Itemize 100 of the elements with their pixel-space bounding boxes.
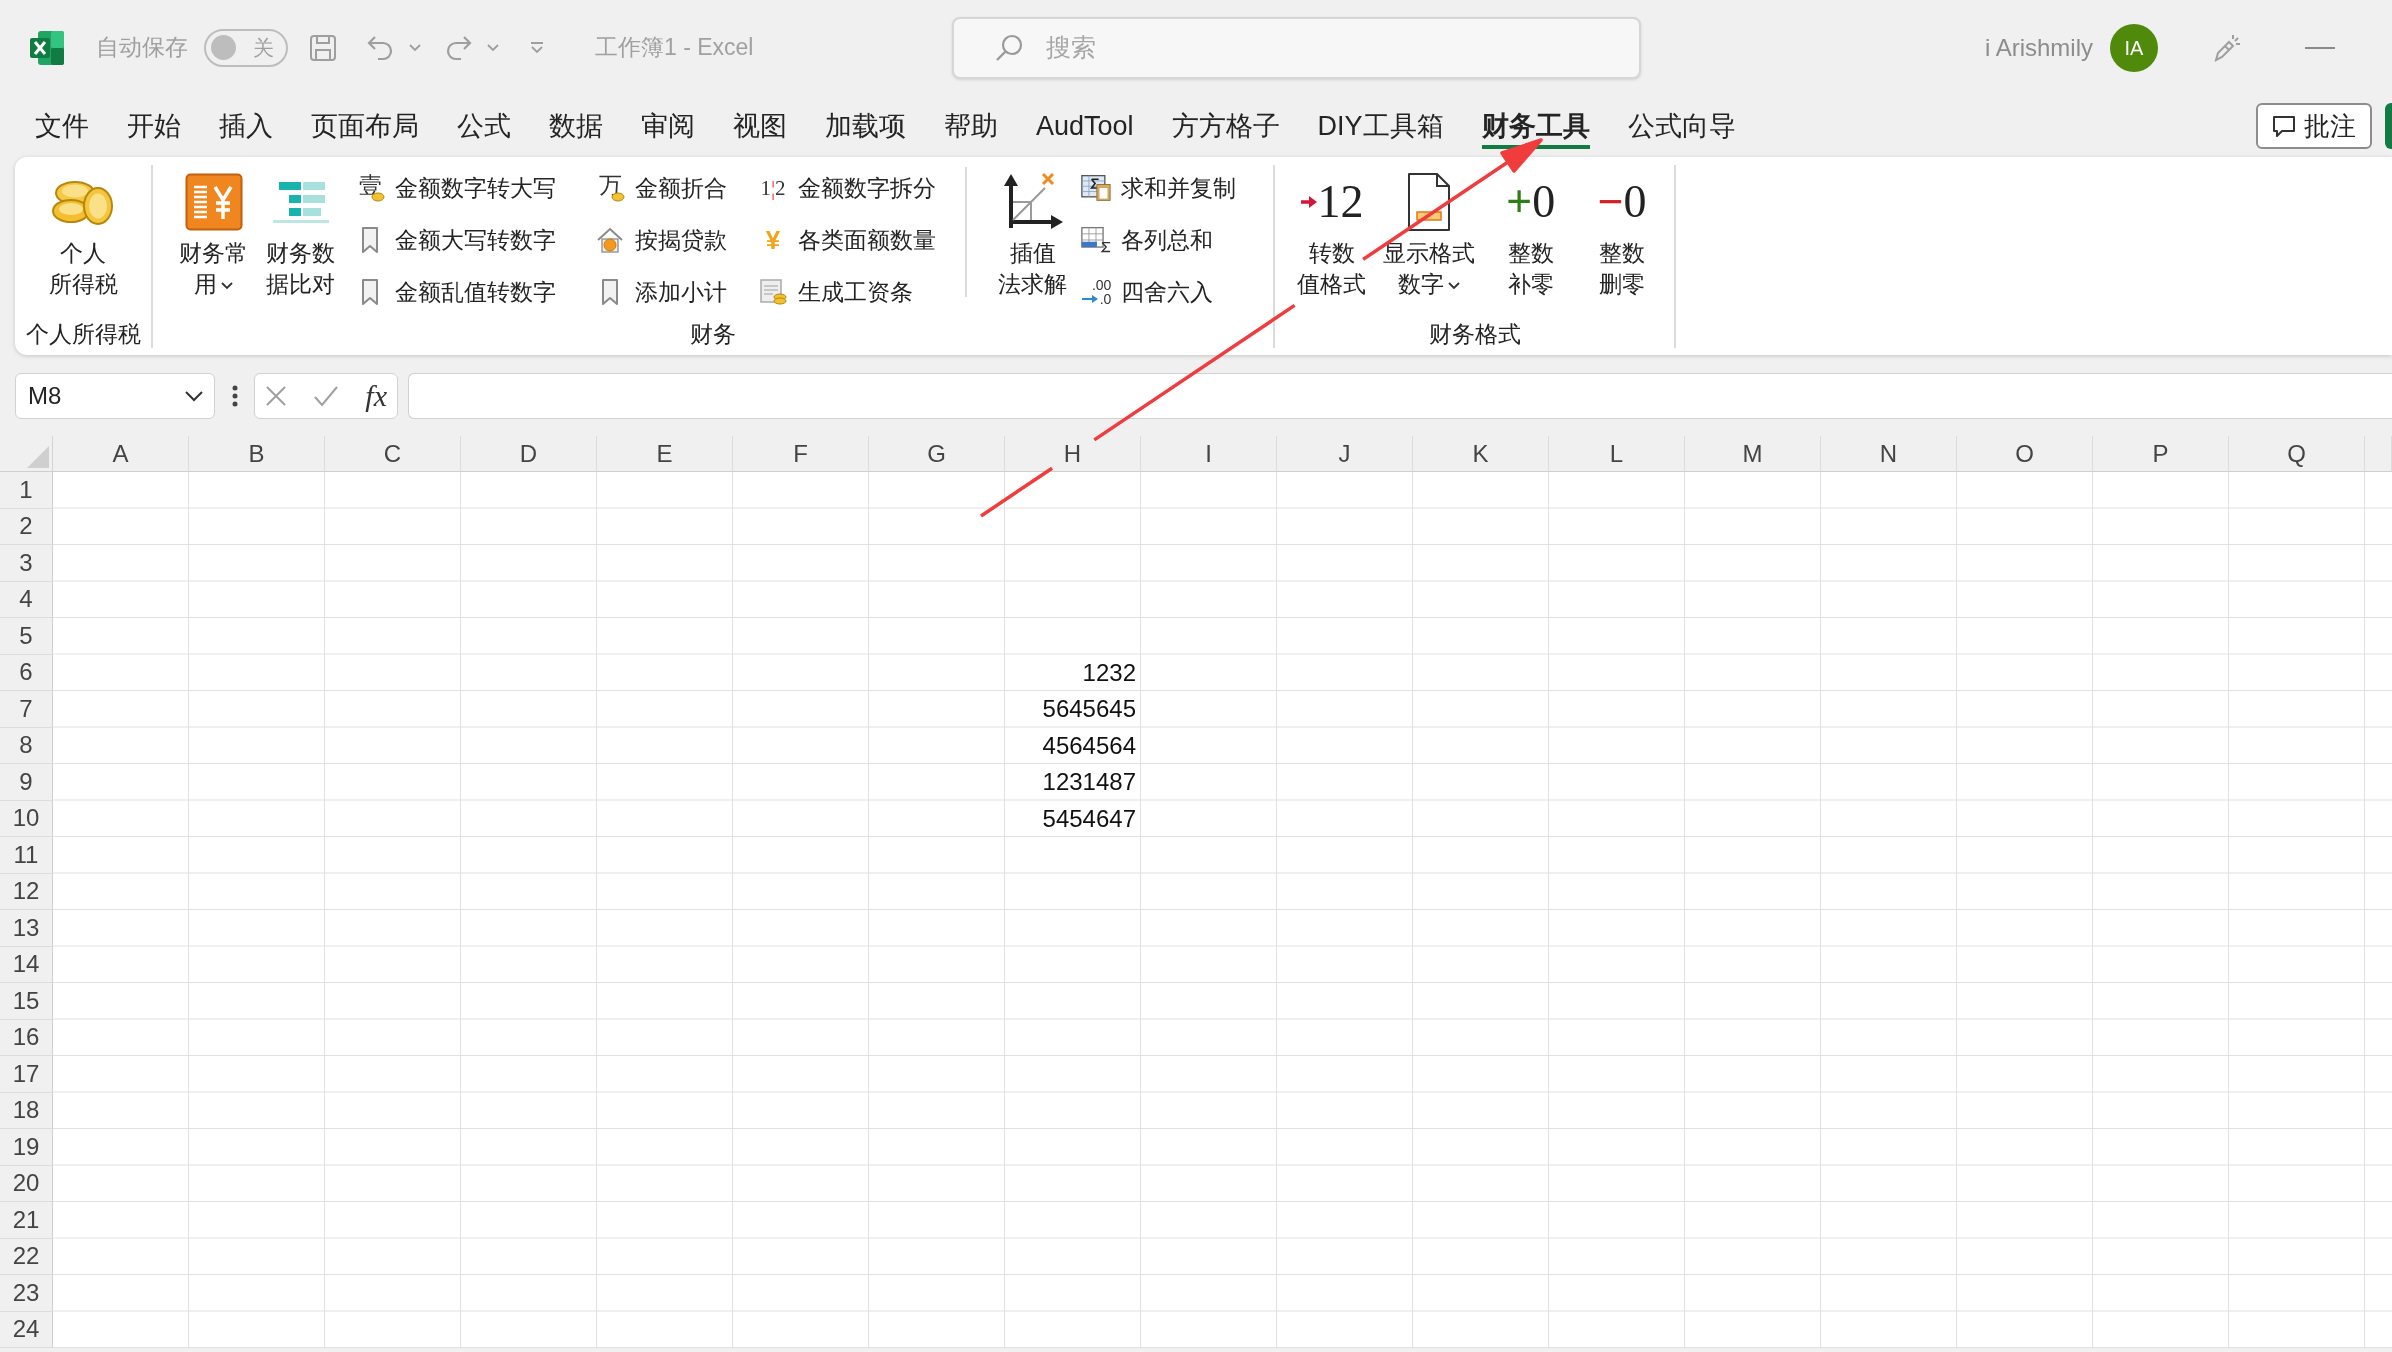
column-header[interactable]: O: [1957, 436, 2093, 472]
cut-off-button[interactable]: [2385, 103, 2392, 149]
column-header[interactable]: [2365, 436, 2392, 472]
dropdown-icon[interactable]: [529, 41, 545, 54]
ribbon-tab[interactable]: 加载项: [825, 102, 906, 149]
row-header[interactable]: 12: [0, 873, 53, 910]
row-header[interactable]: 4: [0, 581, 53, 618]
ribbon-button[interactable]: +0 整数补零: [1502, 167, 1560, 300]
row-header[interactable]: 7: [0, 691, 53, 728]
column-header[interactable]: Q: [2229, 436, 2365, 472]
row-header[interactable]: 8: [0, 727, 53, 764]
ribbon-tab[interactable]: 页面布局: [311, 102, 419, 149]
name-box[interactable]: M8: [15, 372, 215, 419]
ribbon-button[interactable]: 财务数据比对: [262, 167, 339, 300]
ribbon-button[interactable]: 添加小计: [591, 273, 731, 311]
save-icon[interactable]: [309, 33, 337, 62]
ribbon-tab[interactable]: 开始: [127, 102, 181, 149]
column-header[interactable]: F: [733, 436, 869, 472]
column-header[interactable]: D: [461, 436, 597, 472]
row-header[interactable]: 19: [0, 1129, 53, 1166]
cell-value: 5645645: [1042, 694, 1136, 725]
row-header[interactable]: 24: [0, 1311, 53, 1348]
row-header[interactable]: 6: [0, 654, 53, 691]
ribbon-tab[interactable]: 公式: [457, 102, 511, 149]
ribbon-tab[interactable]: AudTool: [1036, 102, 1134, 149]
row-header[interactable]: 3: [0, 545, 53, 582]
ribbon-tab[interactable]: 方方格子: [1171, 102, 1280, 149]
column-header[interactable]: L: [1549, 436, 1685, 472]
row-header[interactable]: 15: [0, 983, 53, 1020]
row-header[interactable]: 18: [0, 1092, 53, 1129]
row-header[interactable]: 2: [0, 508, 53, 545]
row-header[interactable]: 22: [0, 1238, 53, 1275]
ribbon-tab[interactable]: 公式向导: [1627, 102, 1736, 149]
spreadsheet-logo-icon: [30, 30, 64, 65]
bookmark-icon: [600, 278, 620, 306]
ribbon-button[interactable]: 按揭贷款: [591, 221, 731, 259]
column-header[interactable]: B: [189, 436, 325, 472]
column-header[interactable]: H: [1005, 436, 1141, 472]
chevron-down-icon: [184, 389, 204, 402]
bookmark-icon: [360, 226, 380, 254]
column-header[interactable]: C: [325, 436, 461, 472]
group-label: 个人所得税: [25, 321, 141, 347]
user-avatar[interactable]: IA: [2110, 23, 2158, 72]
user-name: i Arishmily: [1985, 32, 2093, 63]
column-header[interactable]: E: [597, 436, 733, 472]
row-header[interactable]: 10: [0, 800, 53, 837]
ribbon-tab[interactable]: 视图: [733, 102, 787, 149]
caret-icon[interactable]: [487, 43, 499, 52]
select-all-button[interactable]: [0, 436, 53, 472]
row-header[interactable]: 9: [0, 764, 53, 801]
row-header[interactable]: 20: [0, 1165, 53, 1202]
ribbon-button[interactable]: 12 转数值格式: [1293, 167, 1370, 300]
ribbon-button[interactable]: 1¦2 金额数字拆分: [754, 169, 940, 207]
ribbon-button[interactable]: 财务常用: [175, 167, 252, 300]
column-header[interactable]: I: [1141, 436, 1277, 472]
sheet-coins-icon: [759, 278, 787, 306]
row-header[interactable]: 11: [0, 837, 53, 874]
row-header[interactable]: 14: [0, 946, 53, 983]
ribbon-button[interactable]: 金额乱值转数字: [351, 273, 560, 311]
insert-function-button[interactable]: fx: [365, 380, 387, 411]
row-header[interactable]: 5: [0, 618, 53, 655]
ribbon-button[interactable]: 生成工资条: [754, 273, 940, 311]
comment-button[interactable]: 批注: [2256, 103, 2372, 149]
ribbon-tab[interactable]: 插入: [219, 102, 273, 149]
row-header[interactable]: 21: [0, 1202, 53, 1239]
ribbon-tab[interactable]: 审阅: [641, 102, 695, 149]
more-icon[interactable]: [232, 384, 238, 407]
ribbon-tab[interactable]: 帮助: [944, 102, 998, 149]
minimize-icon[interactable]: [2305, 45, 2335, 50]
search-field[interactable]: 搜索: [952, 16, 1641, 79]
comment-icon: [2272, 114, 2296, 138]
ribbon-button[interactable]: 插值法求解: [994, 167, 1071, 300]
row-header[interactable]: 17: [0, 1056, 53, 1093]
row-header[interactable]: 13: [0, 910, 53, 947]
row-header[interactable]: 23: [0, 1275, 53, 1312]
ribbon-button[interactable]: 求和并复制: [1077, 169, 1240, 207]
row-header[interactable]: 16: [0, 1019, 53, 1056]
column-header[interactable]: M: [1685, 436, 1821, 472]
autosave-label: 自动保存: [96, 33, 188, 62]
ribbon-button[interactable]: 个人所得税: [44, 167, 122, 300]
ribbon-tab[interactable]: 数据: [549, 102, 603, 149]
row-header[interactable]: 1: [0, 472, 53, 509]
caret-icon[interactable]: [409, 43, 421, 52]
formula-field[interactable]: [408, 372, 2392, 419]
column-header[interactable]: A: [53, 436, 189, 472]
ribbon-button[interactable]: 金额大写转数字: [351, 221, 560, 259]
ribbon-tab[interactable]: 文件: [35, 102, 89, 149]
check-icon[interactable]: [313, 384, 340, 407]
column-header[interactable]: G: [869, 436, 1005, 472]
column-header[interactable]: N: [1821, 436, 1957, 472]
ribbon-button[interactable]: −0 整数删零: [1593, 167, 1651, 300]
column-header[interactable]: K: [1413, 436, 1549, 472]
column-header[interactable]: P: [2093, 436, 2229, 472]
cell-value: 1232: [1082, 657, 1136, 688]
ribbon-tab[interactable]: DIY工具箱: [1317, 102, 1444, 149]
ribbon-button[interactable]: 各列总和: [1077, 221, 1240, 259]
cell-value: 4564564: [1042, 730, 1136, 761]
column-header[interactable]: J: [1277, 436, 1413, 472]
cancel-icon[interactable]: [265, 384, 287, 407]
ribbon-button[interactable]: ¥ 各类面额数量: [754, 221, 940, 259]
